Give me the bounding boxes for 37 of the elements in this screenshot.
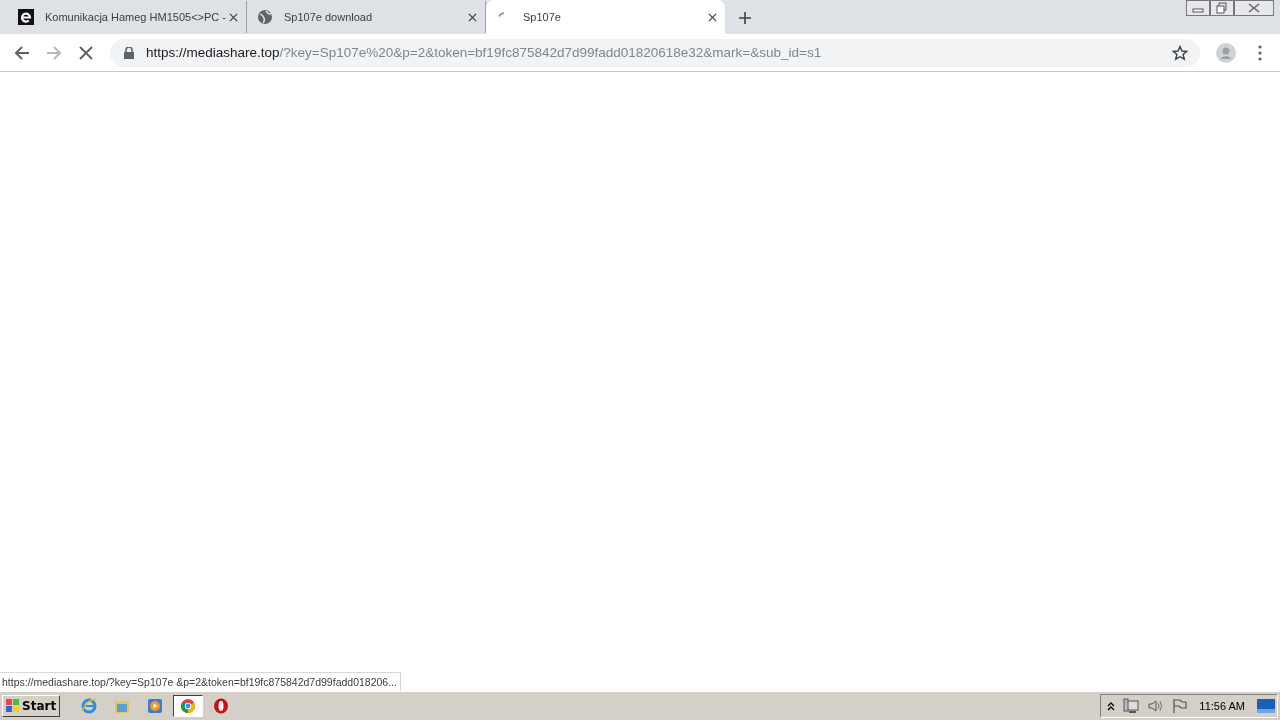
media-player-icon [147,698,164,714]
chrome-logo-icon [180,698,197,714]
browser-tab[interactable]: Sp107e [486,0,725,34]
flag-icon[interactable] [1171,698,1188,714]
start-button[interactable]: Start [2,695,61,717]
folder-icon [114,698,131,714]
new-tab-icon[interactable] [739,12,751,24]
url-text: https://mediashare.top/?key=Sp107e%20&p=2&token=bf19fc875842d7d99fadd01820618e32&mark=&sub_id=s1 [146,45,823,60]
menu-icon[interactable] [1258,44,1262,61]
star-icon[interactable] [1172,44,1188,61]
tab-title: Sp107e [523,11,562,23]
speaker-icon[interactable] [1147,698,1164,714]
ie-logo-icon [81,698,98,714]
back-arrow-icon[interactable] [14,44,30,61]
windows-logo-icon [6,699,20,713]
status-bubble: https://mediashare.top/?key=Sp107e &p=2&token=bf19fc875842d7d99fadd018206... [0,672,401,691]
close-icon[interactable] [1234,0,1274,16]
taskbar-app[interactable] [173,695,204,717]
network-icon[interactable] [1123,698,1140,714]
close-icon[interactable] [708,12,717,22]
lock-icon [124,46,134,59]
restore-icon[interactable] [1210,0,1234,16]
clock-text[interactable]: 11:56 AM [1199,700,1245,712]
opera-logo-icon [213,698,230,714]
close-icon[interactable] [229,12,238,22]
globe-icon [257,9,273,25]
stop-icon[interactable] [78,44,94,61]
profile-avatar-icon[interactable] [1216,42,1236,63]
loading-spinner-icon [498,12,505,17]
tab-title: Sp107e download [284,11,374,23]
e-logo-icon [18,9,34,25]
chevron-up-icon[interactable] [1107,701,1116,711]
address-bar[interactable]: https://mediashare.top/?key=Sp107e%20&p=2&token=bf19fc875842d7d99fadd01820618e32&mark=&sub_id=s1 [110,38,1200,67]
close-icon[interactable] [468,12,477,22]
minimize-icon[interactable] [1186,0,1210,16]
tab-title: Komunikacja Hameg HM1505<>PC - [45,11,226,23]
browser-tab[interactable]: Komunikacja Hameg HM1505<>PC - [8,1,247,33]
